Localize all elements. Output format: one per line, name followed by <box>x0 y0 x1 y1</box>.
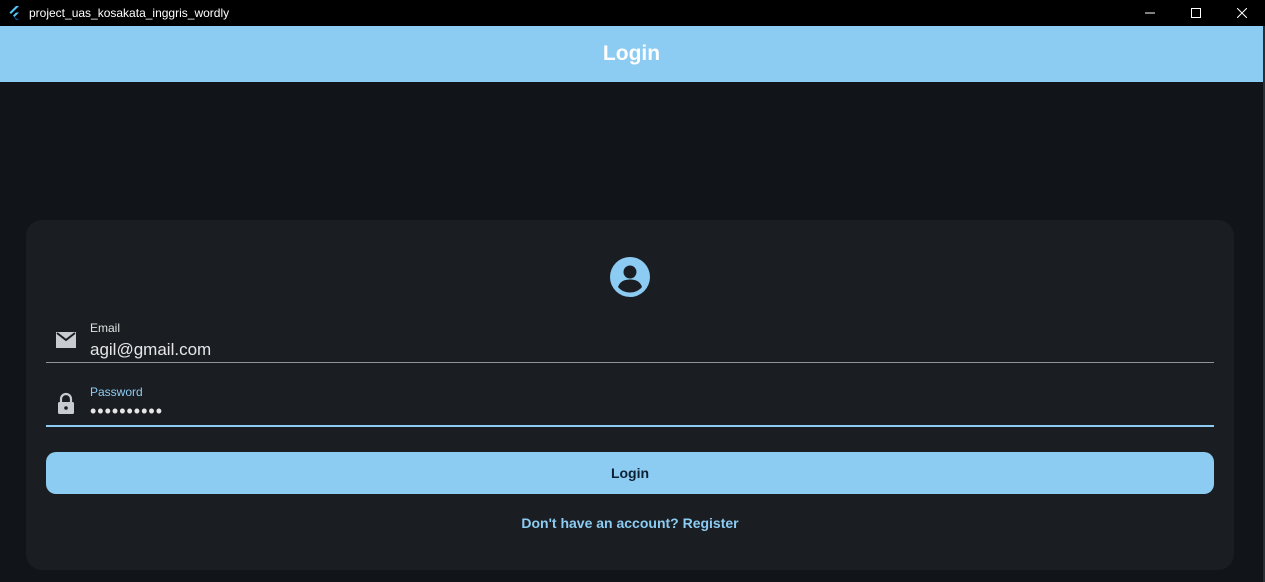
window-titlebar: project_uas_kosakata_inggris_wordly <box>0 0 1265 26</box>
maximize-button[interactable] <box>1173 0 1219 26</box>
app-bar: Login <box>0 26 1263 82</box>
minimize-icon <box>1145 12 1155 14</box>
close-icon <box>1237 8 1247 18</box>
mail-icon <box>56 332 76 348</box>
register-link[interactable]: Don't have an account? Register <box>26 515 1234 531</box>
page-title: Login <box>602 42 661 65</box>
account-circle-icon <box>610 257 650 297</box>
minimize-button[interactable] <box>1127 0 1173 26</box>
lock-icon <box>58 392 74 414</box>
maximize-icon <box>1191 8 1201 18</box>
login-button[interactable]: Login <box>46 452 1214 494</box>
flutter-logo-icon <box>9 6 19 20</box>
email-field[interactable]: Email agil@gmail.com <box>46 318 1214 364</box>
email-label: Email <box>90 321 121 335</box>
email-input[interactable]: agil@gmail.com <box>90 340 211 360</box>
password-underline <box>46 425 1214 427</box>
window-title: project_uas_kosakata_inggris_wordly <box>29 6 230 20</box>
password-field[interactable]: Password •••••••••• <box>46 382 1214 428</box>
login-card: Email agil@gmail.com Password ••••••••••… <box>26 220 1234 570</box>
close-button[interactable] <box>1219 0 1265 26</box>
window-controls <box>1127 0 1265 26</box>
password-input[interactable]: •••••••••• <box>90 401 163 422</box>
password-label: Password <box>90 385 143 399</box>
email-underline <box>46 362 1214 363</box>
